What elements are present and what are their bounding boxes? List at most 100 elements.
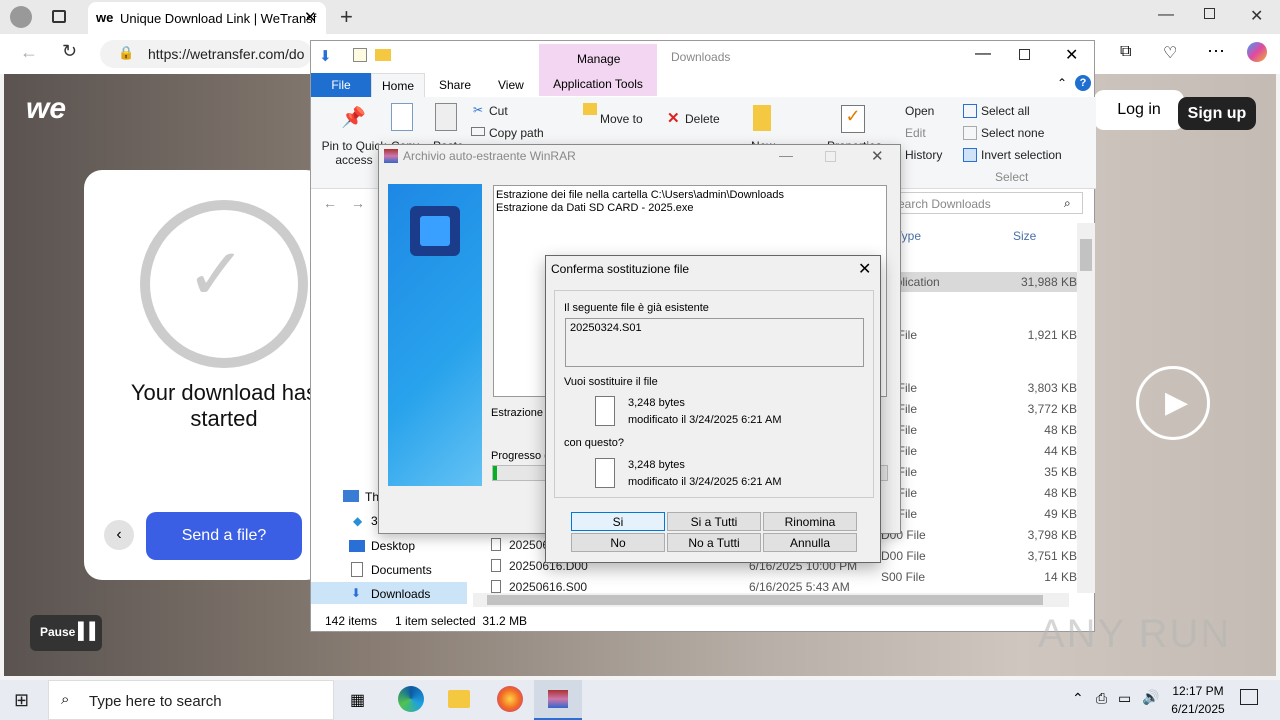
taskbar-search-box[interactable]: ⌕ Type here to search: [48, 680, 334, 720]
move-to-button[interactable]: Move to: [600, 112, 643, 126]
quick-access-icon[interactable]: ⬇: [319, 47, 332, 65]
notifications-icon[interactable]: [1240, 689, 1258, 705]
profile-icon[interactable]: [10, 6, 32, 28]
column-size[interactable]: Size: [1013, 229, 1036, 243]
minimize-icon[interactable]: —: [1158, 6, 1174, 24]
file-row-detail[interactable]: 04 File48 KB: [871, 420, 1077, 440]
signup-button[interactable]: Sign up: [1178, 97, 1256, 130]
back-icon[interactable]: ←: [20, 42, 38, 63]
winrar-icon: [384, 149, 398, 163]
chevron-left-icon[interactable]: ‹: [104, 520, 134, 550]
close-icon[interactable]: ✕: [858, 259, 871, 279]
new-tab-icon[interactable]: +: [340, 4, 353, 30]
folder-qa-icon[interactable]: [375, 49, 391, 61]
clock-date[interactable]: 6/21/2025: [1166, 702, 1230, 716]
file-row-detail[interactable]: 00 File1,921 KB: [871, 325, 1077, 345]
vertical-scrollbar[interactable]: [1077, 223, 1095, 593]
active-tab[interactable]: we Unique Download Link | WeTransf ✕: [88, 2, 326, 34]
filename: 20250324.S01: [570, 322, 642, 334]
file-row-detail[interactable]: 01 File48 KB: [871, 483, 1077, 503]
tab-home[interactable]: Home: [371, 73, 425, 97]
file-row-detail[interactable]: 03 File44 KB: [871, 441, 1077, 461]
horizontal-scrollbar-thumb[interactable]: [487, 595, 1043, 605]
horizontal-scrollbar[interactable]: [473, 593, 1069, 607]
close-icon[interactable]: ✕: [1065, 45, 1078, 65]
collections-icon[interactable]: ⧉: [1120, 43, 1131, 61]
help-icon[interactable]: ?: [1075, 75, 1091, 91]
tab-file[interactable]: File: [311, 73, 371, 97]
play-video-button[interactable]: ▶: [1136, 366, 1210, 440]
tab-application-tools[interactable]: Application Tools: [539, 72, 657, 96]
nav-documents[interactable]: Documents: [371, 563, 432, 577]
open-button[interactable]: Open: [905, 104, 934, 118]
manage-label: Manage: [577, 52, 621, 66]
no-to-all-button[interactable]: No a Tutti: [667, 533, 761, 552]
tray-chevron-icon[interactable]: ⌃: [1072, 690, 1084, 707]
windows-start-icon[interactable]: ⊞: [14, 690, 29, 711]
yes-to-all-button[interactable]: Si a Tutti: [667, 512, 761, 531]
copilot-icon[interactable]: [1247, 42, 1267, 62]
volume-icon[interactable]: 🔊: [1142, 689, 1159, 706]
tab-share[interactable]: Share: [439, 78, 471, 92]
file-row-detail[interactable]: S00 File 14 KB: [871, 567, 1077, 587]
more-icon[interactable]: ⋯: [1207, 41, 1225, 62]
file-row-detail[interactable]: 00 File3,803 KB: [871, 378, 1077, 398]
scrollbar-thumb[interactable]: [1080, 239, 1092, 271]
file-explorer-icon[interactable]: [448, 690, 470, 708]
history-button[interactable]: History: [905, 148, 942, 162]
file-size: 48 KB: [1044, 486, 1077, 500]
tab-actions-icon[interactable]: [52, 10, 66, 23]
close-tab-icon[interactable]: ✕: [304, 8, 317, 26]
properties-qa-icon[interactable]: [353, 48, 367, 62]
close-icon[interactable]: ✕: [871, 147, 884, 165]
cancel-button[interactable]: Annulla: [763, 533, 857, 552]
login-button[interactable]: Log in: [1094, 90, 1184, 130]
send-file-button[interactable]: Send a file?: [146, 512, 302, 560]
yes-button[interactable]: Si: [571, 512, 665, 531]
cut-button[interactable]: Cut: [489, 104, 508, 118]
file-row-detail[interactable]: D00 File 3,798 KB: [871, 525, 1077, 545]
delete-button[interactable]: Delete: [685, 112, 720, 126]
file-size: 3,751 KB: [1027, 549, 1077, 563]
task-view-icon[interactable]: ▦: [350, 690, 365, 710]
maximize-icon[interactable]: [1019, 49, 1030, 60]
copy-path-button[interactable]: Copy path: [489, 126, 544, 140]
no-button[interactable]: No: [571, 533, 665, 552]
select-none-button[interactable]: Select none: [981, 126, 1044, 140]
with-this-label: con questo?: [564, 437, 624, 449]
forward-icon[interactable]: →: [351, 195, 365, 211]
invert-selection-button[interactable]: Invert selection: [981, 148, 1062, 162]
pin-icon: 📌: [341, 107, 366, 129]
file-name: 20250616.S00: [509, 580, 588, 594]
edit-button[interactable]: Edit: [905, 126, 926, 140]
rename-button[interactable]: Rinomina: [763, 512, 857, 531]
tab-view[interactable]: View: [498, 78, 524, 92]
nav-downloads[interactable]: Downloads: [371, 587, 430, 601]
pause-button[interactable]: Pause ▌▌: [30, 615, 102, 651]
file-row-detail[interactable]: 00 File49 KB: [871, 504, 1077, 524]
file-row-detail[interactable]: 00 File3,772 KB: [871, 399, 1077, 419]
nav-desktop[interactable]: Desktop: [371, 539, 415, 553]
network-icon[interactable]: ▭: [1118, 690, 1131, 707]
minimize-icon[interactable]: —: [975, 45, 991, 63]
clock-time[interactable]: 12:17 PM: [1172, 684, 1224, 698]
back-icon[interactable]: ←: [323, 195, 337, 211]
refresh-icon[interactable]: ↻: [62, 41, 77, 62]
url-field[interactable]: 🔒 https://wetransfer.com/do: [100, 40, 312, 68]
collapse-ribbon-icon[interactable]: ⌃: [1057, 76, 1067, 90]
select-all-button[interactable]: Select all: [981, 104, 1030, 118]
restore-icon[interactable]: [1204, 8, 1215, 19]
winrar-taskbar-button[interactable]: [534, 680, 582, 720]
anyrun-watermark: ANY RUN: [1038, 612, 1232, 656]
extensions-icon[interactable]: ♡: [1163, 43, 1177, 63]
file-row-detail[interactable]: Application 31,988 KB: [871, 272, 1077, 292]
firefox-icon[interactable]: [497, 686, 523, 712]
minimize-icon[interactable]: —: [779, 147, 793, 163]
file-row-detail[interactable]: 02 File35 KB: [871, 462, 1077, 482]
edge-icon[interactable]: [398, 686, 424, 712]
tray-device-icon[interactable]: ⎙: [1096, 690, 1107, 707]
search-box[interactable]: Search Downloads ⌕: [885, 192, 1083, 214]
wetransfer-logo[interactable]: we: [26, 92, 66, 126]
close-window-icon[interactable]: ✕: [1250, 6, 1263, 26]
file-row-detail[interactable]: D00 File 3,751 KB: [871, 546, 1077, 566]
